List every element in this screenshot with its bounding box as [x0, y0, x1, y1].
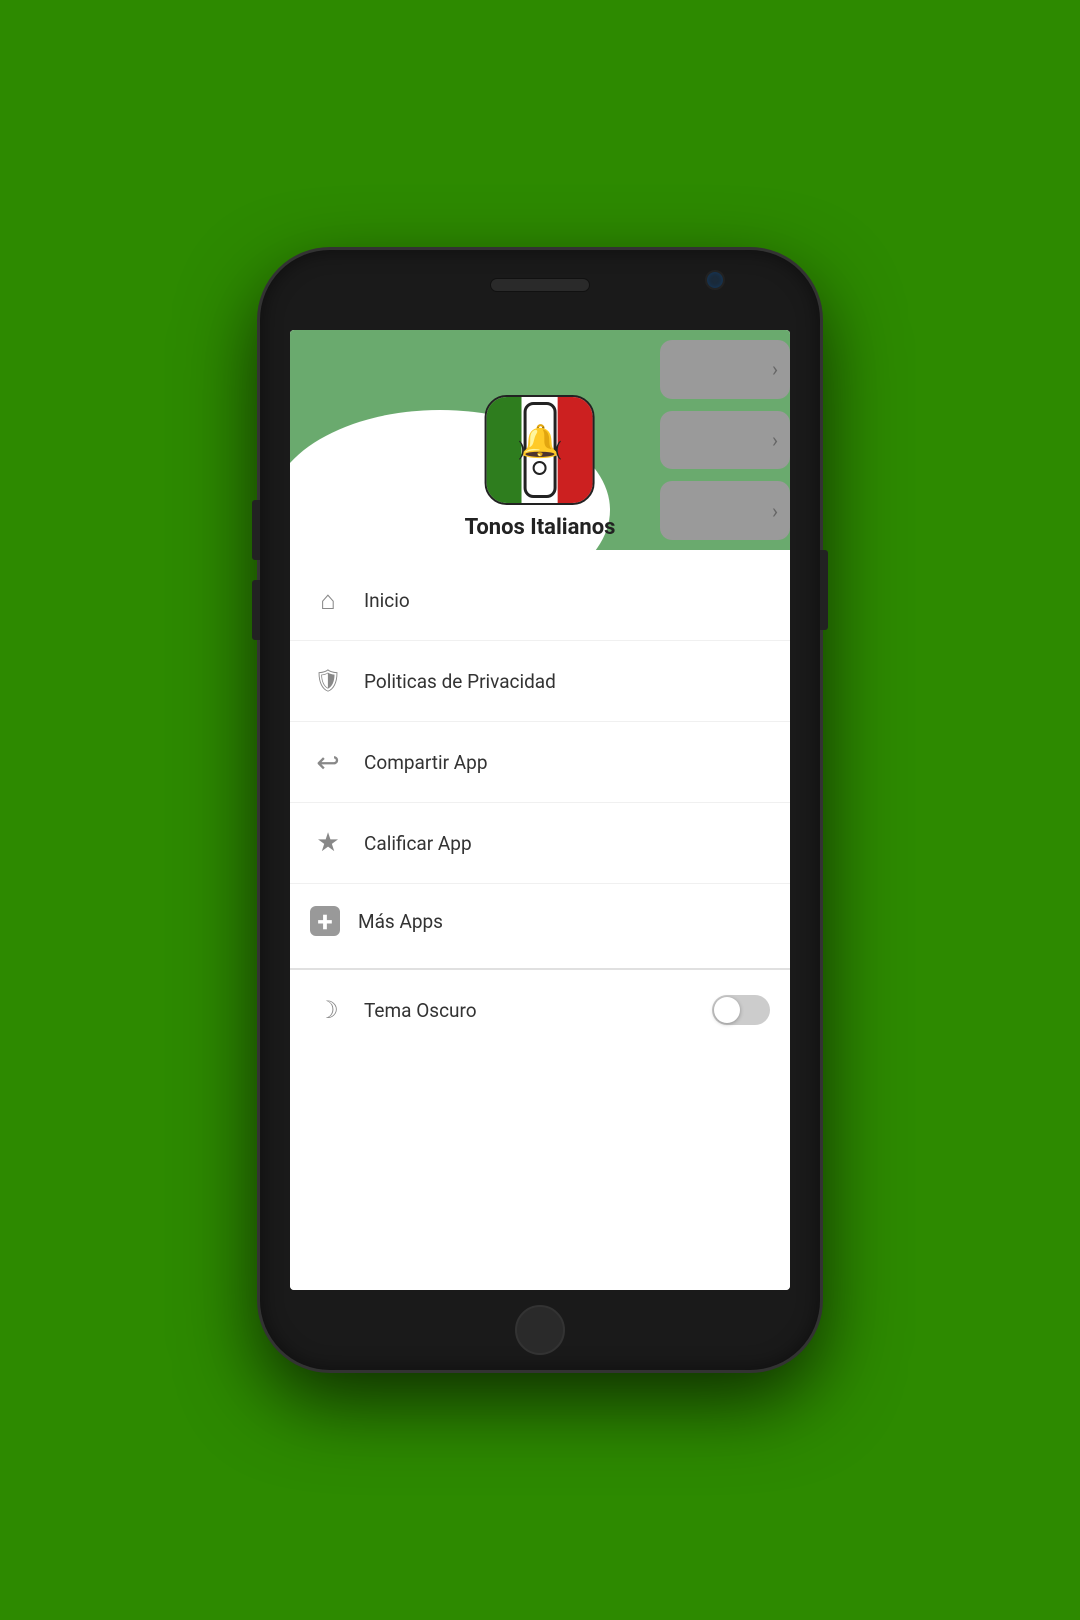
- volume-up-button[interactable]: [252, 500, 260, 560]
- icon-flag-white: ) 🔔 (: [522, 397, 558, 503]
- vibrate-left-icon: ): [519, 439, 525, 460]
- home-icon: ⌂: [310, 582, 346, 618]
- menu-label-politicas: Politicas de Privacidad: [364, 670, 770, 693]
- menu-label-compartir: Compartir App: [364, 751, 770, 774]
- vibrate-right-icon: (: [555, 439, 561, 460]
- phone-screen: › › › ) 🔔: [290, 330, 790, 1290]
- power-button[interactable]: [820, 550, 828, 630]
- phone-home-button[interactable]: [515, 1305, 565, 1355]
- icon-flag-red: [558, 397, 593, 503]
- menu-list: ⌂ Inicio 🛡 Politicas de Privacidad ↪ Com…: [290, 550, 790, 968]
- plus-box-icon: +: [310, 906, 340, 936]
- volume-down-button[interactable]: [252, 580, 260, 640]
- menu-label-calificar: Calificar App: [364, 832, 770, 855]
- app-content: › › › ) 🔔: [290, 330, 790, 1290]
- right-card-1: ›: [660, 340, 790, 399]
- menu-label-mas-apps: Más Apps: [358, 910, 770, 933]
- phone-outline-icon: ) 🔔 (: [524, 402, 556, 497]
- app-header: › › › ) 🔔: [290, 330, 790, 550]
- phone-frame: › › › ) 🔔: [260, 250, 820, 1370]
- app-title: Tonos Italianos: [465, 515, 616, 540]
- menu-item-calificar[interactable]: ★ Calificar App: [290, 803, 790, 884]
- menu-item-compartir[interactable]: ↪ Compartir App: [290, 722, 790, 803]
- app-icon: ) 🔔 (: [485, 395, 595, 505]
- dark-mode-toggle[interactable]: [712, 995, 770, 1025]
- front-camera: [705, 270, 725, 290]
- speaker-grille: [490, 278, 590, 292]
- tema-oscuro-label: Tema Oscuro: [364, 999, 712, 1022]
- menu-label-inicio: Inicio: [364, 589, 770, 612]
- tema-oscuro-row[interactable]: ☽ Tema Oscuro: [290, 969, 790, 1050]
- star-icon: ★: [310, 825, 346, 861]
- phone-bottom-bar: [260, 1290, 820, 1370]
- moon-icon: ☽: [310, 992, 346, 1028]
- right-cards-panel: › › ›: [660, 330, 790, 550]
- bell-icon: 🔔: [520, 425, 560, 457]
- share-icon: ↪: [310, 744, 346, 780]
- right-card-2: ›: [660, 411, 790, 470]
- menu-item-mas-apps[interactable]: + Más Apps: [290, 884, 790, 958]
- phone-home-btn-icon: [533, 461, 547, 475]
- menu-item-inicio[interactable]: ⌂ Inicio: [290, 560, 790, 641]
- right-card-3: ›: [660, 481, 790, 540]
- menu-item-politicas[interactable]: 🛡 Politicas de Privacidad: [290, 641, 790, 722]
- app-icon-container: ) 🔔 ( Tonos Italianos: [465, 395, 616, 540]
- icon-flag-green: [487, 397, 522, 503]
- shield-icon: 🛡: [310, 663, 346, 699]
- phone-top-bar: [260, 250, 820, 330]
